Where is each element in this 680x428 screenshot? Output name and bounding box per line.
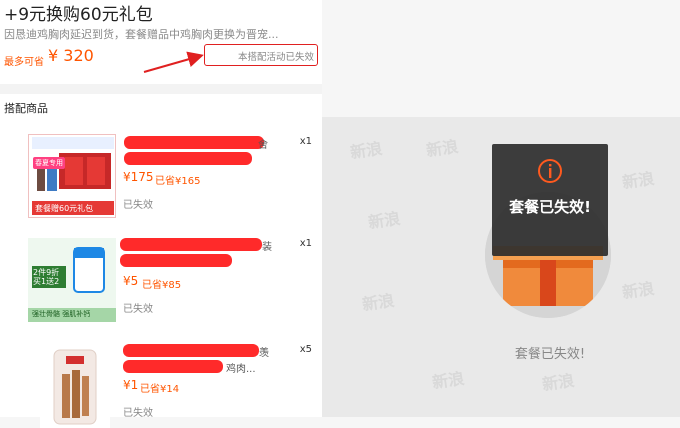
watermark: 新浪 <box>425 136 460 161</box>
redacted-name <box>123 360 223 373</box>
watermark: 新浪 <box>367 208 402 233</box>
item-status: 已失效 <box>123 304 153 315</box>
thumbnail-tag: 2件9折 买1送2 <box>33 268 60 286</box>
item-saved: 已省¥165 <box>155 176 201 187</box>
product-thumbnail[interactable]: 春夏专用 套餐赠60元礼包 <box>28 134 116 218</box>
annotation-arrow-icon <box>143 51 204 73</box>
item-price: ¥1 <box>123 378 139 392</box>
redacted-name <box>120 238 262 251</box>
item-status: 已失效 <box>123 200 153 211</box>
thumbnail-badge: 春夏专用 <box>33 157 65 169</box>
watermark: 新浪 <box>349 138 384 163</box>
name-trailing-text: 舍 <box>258 140 268 151</box>
product-thumbnail[interactable] <box>40 344 110 428</box>
redacted-name <box>120 254 232 267</box>
watermark: 新浪 <box>621 278 656 303</box>
item-saved: 已省¥14 <box>140 384 180 395</box>
item-price: ¥5 <box>123 274 139 288</box>
watermark: 新浪 <box>621 168 656 193</box>
section-divider <box>0 84 322 94</box>
thumbnail-tag: 套餐赠60元礼包 <box>35 204 94 213</box>
item-qty: x5 <box>299 344 312 355</box>
thumbnail-badge: 强壮骨骼 强肌补钙 <box>32 310 91 318</box>
bundle-description: 因恳迪鸡胸肉延迟到货，套餐赠品中鸡胸肉更换为晋宠... <box>4 28 279 41</box>
invalid-dialog: 套餐已失效! <box>492 144 608 256</box>
name-trailing-text: 羡 <box>259 348 269 359</box>
redacted-name <box>124 152 252 165</box>
bundle-detail-panel: +9元换购60元礼包 因恳迪鸡胸肉延迟到货，套餐赠品中鸡胸肉更换为晋宠... 最… <box>0 0 322 428</box>
info-icon <box>538 159 562 183</box>
invalid-notice: 本搭配活动已失效 <box>204 44 318 66</box>
watermark: 新浪 <box>541 370 576 395</box>
watermark: 新浪 <box>431 368 466 393</box>
redacted-name <box>124 136 264 149</box>
dialog-message: 套餐已失效! <box>509 198 591 216</box>
item-price: ¥175 <box>123 170 154 184</box>
name-trailing-text: 装 <box>262 242 272 253</box>
watermark: 新浪 <box>361 290 396 315</box>
item-qty: x1 <box>299 136 312 147</box>
invalid-caption: 套餐已失效! <box>514 347 586 362</box>
invalid-bundle-overlay: 新浪 新浪 新浪 新浪 新浪 新浪 新浪 新浪 套餐已失效! 套餐已失效! <box>322 117 680 417</box>
bundle-title: +9元换购60元礼包 <box>4 5 153 25</box>
max-save-label: 最多可省 <box>4 57 44 68</box>
product-image-3 <box>53 349 97 425</box>
section-title: 搭配商品 <box>4 102 48 115</box>
name-trailing-text: 鸡肉... <box>226 364 256 375</box>
product-thumbnail[interactable]: 2件9折 买1送2 强壮骨骼 强肌补钙 <box>28 238 116 322</box>
item-saved: 已省¥85 <box>142 280 182 291</box>
redacted-name <box>123 344 259 357</box>
max-save-price: ¥ 320 <box>48 46 94 65</box>
item-qty: x1 <box>299 238 312 249</box>
